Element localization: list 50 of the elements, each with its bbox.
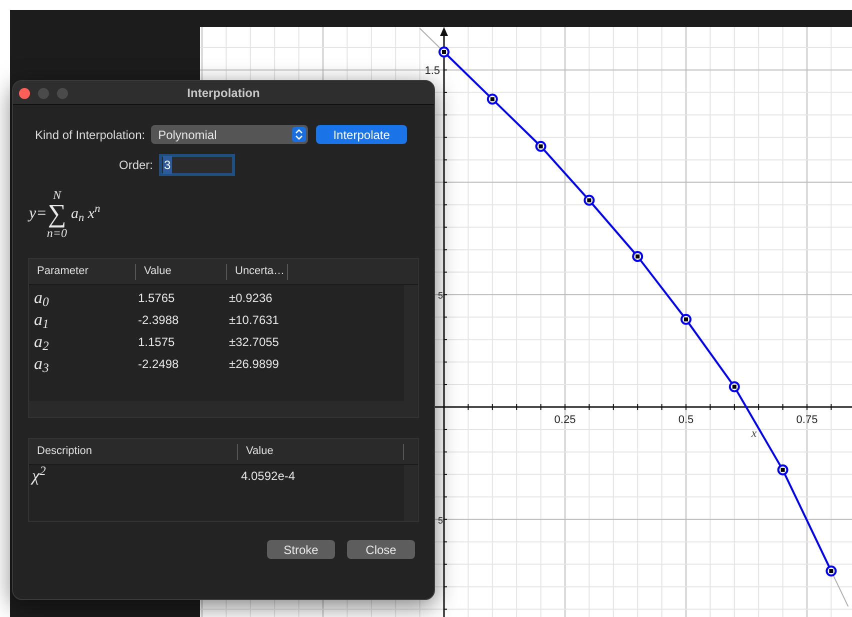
data-point[interactable] [584,194,595,206]
data-point[interactable] [826,566,837,577]
sum-lower-limit: n=0 [46,227,68,239]
column-header[interactable]: Value [238,444,404,460]
parameter-name: a$_{2}$ [33,331,50,355]
stepper-icon [292,127,306,142]
parameter-name: a$_{0}$ [33,287,50,311]
dialog-button[interactable]: Stroke [267,540,335,559]
data-point[interactable] [535,140,546,152]
data-point[interactable] [486,94,498,105]
order-label: Order: [119,157,154,174]
data-point[interactable] [777,464,788,476]
dialog-button[interactable]: Close [347,540,415,559]
x-tick-label: 0.75 [796,414,818,426]
window-title: Interpolation [187,84,260,102]
x-tick-label: 0.5 [678,414,694,426]
sum-upper-limit: N [52,189,61,201]
parameter-name: a$_{1}$ [33,309,50,333]
table-cell-text: ±32.7055 [228,334,279,351]
formula-term: a$_{n}$ x$^{n}$ [71,202,100,226]
y-tick-label: 5 [438,290,443,301]
sum-symbol: ∑ [48,201,66,227]
table-cell-text: -2.3988 [137,312,180,329]
formula-lhs: y= [29,204,47,224]
parameter-name: a$_{3}$ [33,353,50,377]
kind-label: Kind of Interpolation: [35,126,146,144]
order-field[interactable]: 3 [159,154,236,176]
x-tick-label: 0.25 [554,414,576,426]
table-cell-text: ±0.9236 [228,290,272,307]
table-cell-text: 4.0592e-4 [240,468,296,485]
close-window-icon[interactable] [19,88,30,99]
data-point[interactable] [728,381,740,392]
table-cell-text: ±26.9899 [228,356,279,373]
y-tick-label: 1.5 [424,64,440,77]
data-point[interactable] [438,46,450,58]
x-axis-label: x [751,426,757,440]
column-header[interactable]: Uncerta… [227,264,288,280]
data-point[interactable] [632,250,644,262]
description-cell-text: χ$^{2}$ [30,463,47,488]
data-point[interactable] [680,314,692,325]
column-header[interactable]: Parameter [29,264,136,280]
table-cell-text: 1.1575 [137,334,176,351]
column-header[interactable]: Value [136,264,227,280]
interpolate-button[interactable]: Interpolate [316,125,408,144]
y-tick-label: 5 [438,515,443,526]
table-cell-text: -2.2498 [137,356,180,373]
column-header[interactable]: Description [29,444,238,460]
table-cell-text: ±10.7631 [228,312,279,329]
kind-select[interactable]: Polynomial [151,125,308,144]
table-cell-text: 1.5765 [137,290,176,307]
